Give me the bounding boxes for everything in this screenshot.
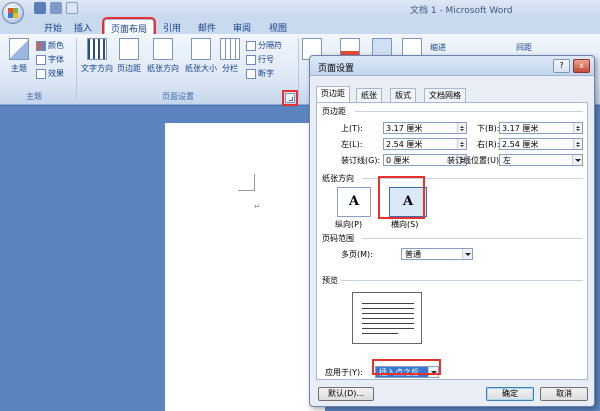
spinner-icon[interactable] — [457, 123, 466, 133]
cancel-button[interactable]: 取消 — [540, 387, 588, 401]
dialog-close-button[interactable]: x — [573, 59, 590, 73]
gutter-label: 装订线(G): — [341, 156, 381, 165]
spinner-icon[interactable] — [573, 123, 582, 133]
colors-icon — [36, 40, 46, 51]
section-divider — [341, 280, 583, 281]
preview-section-label: 预览 — [322, 276, 338, 285]
office-logo-icon — [8, 8, 18, 18]
themes-icon — [9, 38, 29, 60]
bottom-margin-label: 下(B): — [477, 124, 500, 133]
margin-corner-mark — [238, 174, 255, 191]
theme-effects-button[interactable]: 效果 — [36, 68, 64, 79]
group-label-themes: 主题 — [26, 92, 42, 101]
close-window-button[interactable] — [582, 0, 600, 14]
margins-button[interactable]: 页边距 — [116, 38, 142, 74]
undo-icon[interactable] — [50, 2, 62, 14]
apply-to-label: 应用于(Y): — [325, 368, 363, 377]
minimize-button[interactable] — [540, 0, 558, 14]
print-preview-icon[interactable] — [66, 2, 78, 14]
ok-button[interactable]: 确定 — [486, 387, 534, 401]
margins-icon — [119, 38, 139, 60]
breaks-button[interactable]: 分隔符 — [246, 40, 282, 51]
text-direction-icon — [87, 38, 107, 60]
chevron-down-icon — [572, 155, 582, 165]
dialog-title-bar: 页面设置 ? x — [310, 56, 594, 76]
pages-section-label: 页码范围 — [322, 234, 354, 243]
chevron-down-icon — [462, 249, 472, 259]
hyphenation-button[interactable]: 断字 — [246, 68, 274, 79]
spinner-icon[interactable] — [457, 139, 466, 149]
multiple-pages-label: 多页(M): — [341, 250, 373, 259]
section-divider — [362, 238, 583, 239]
group-label-page-setup: 页面设置 — [162, 92, 194, 101]
bottom-margin-input[interactable]: 3.17 厘米 — [499, 122, 583, 134]
title-bar: 文档 1 - Microsoft Word — [0, 0, 600, 24]
paper-size-icon — [191, 38, 211, 60]
effects-icon — [36, 68, 46, 79]
portrait-icon[interactable]: A — [337, 187, 371, 217]
spacing-label: 间距 — [516, 43, 532, 52]
orientation-button[interactable]: 纸张方向 — [145, 38, 181, 74]
text-direction-button[interactable]: 文字方向 — [80, 38, 114, 74]
columns-icon — [220, 38, 240, 60]
help-button[interactable]: ? — [553, 59, 570, 73]
save-icon[interactable] — [34, 2, 46, 14]
spinner-icon[interactable] — [573, 139, 582, 149]
gutter-position-select[interactable]: 左 — [499, 154, 583, 166]
themes-button[interactable]: 主题 — [6, 38, 32, 74]
page-preview — [352, 292, 422, 344]
line-numbers-icon — [246, 54, 256, 65]
gutter-position-label: 装订线位置(U): — [447, 156, 502, 165]
tab-paper[interactable]: 纸张 — [356, 88, 382, 102]
orientation-section-label: 纸张方向 — [322, 174, 354, 183]
columns-button[interactable]: 分栏 — [219, 38, 241, 74]
window-title: 文档 1 - Microsoft Word — [410, 6, 513, 16]
tab-margins[interactable]: 页边距 — [316, 86, 350, 102]
multiple-pages-select[interactable]: 普通 — [401, 248, 473, 260]
tab-insert[interactable]: 插入 — [68, 19, 98, 34]
maximize-button[interactable] — [561, 0, 579, 14]
paper-size-button[interactable]: 纸张大小 — [183, 38, 219, 74]
top-margin-label: 上(T): — [341, 124, 363, 133]
tab-document-grid[interactable]: 文档网格 — [424, 88, 466, 102]
page-setup-dialog: 页面设置 ? x 页边距 纸张 版式 文档网格 页边距 上(T): 3.17 厘… — [309, 55, 595, 407]
landscape-highlight — [378, 176, 425, 219]
tab-page-layout[interactable]: 页面布局 — [101, 17, 157, 36]
theme-colors-button[interactable]: 颜色 — [36, 40, 64, 51]
right-margin-label: 右(R): — [477, 140, 500, 149]
top-margin-input[interactable]: 3.17 厘米 — [383, 122, 467, 134]
tab-home[interactable]: 开始 — [38, 19, 68, 34]
hyphenation-icon — [246, 68, 256, 79]
dialog-title: 页面设置 — [318, 64, 355, 74]
tab-references[interactable]: 引用 — [157, 19, 187, 34]
group-separator — [298, 38, 299, 100]
section-divider — [355, 111, 583, 112]
tab-review[interactable]: 审阅 — [227, 19, 257, 34]
document-page[interactable] — [165, 123, 325, 411]
indent-label: 缩进 — [430, 43, 446, 52]
group-separator — [76, 38, 77, 100]
tab-mailings[interactable]: 邮件 — [192, 19, 222, 34]
theme-fonts-button[interactable]: 字体 — [36, 54, 64, 65]
landscape-label: 横向(S) — [391, 220, 419, 229]
apply-to-highlight — [372, 359, 441, 375]
breaks-icon — [246, 40, 256, 51]
ribbon-tabs: 开始 插入 页面布局 引用 邮件 审阅 视图 — [0, 16, 600, 36]
orientation-icon — [153, 38, 173, 60]
tab-layout[interactable]: 版式 — [390, 88, 416, 102]
right-margin-input[interactable]: 2.54 厘米 — [499, 138, 583, 150]
set-default-button[interactable]: 默认(D)... — [318, 387, 374, 401]
fonts-icon — [36, 54, 46, 65]
left-margin-label: 左(L): — [341, 140, 363, 149]
line-numbers-button[interactable]: 行号 — [246, 54, 274, 65]
left-margin-input[interactable]: 2.54 厘米 — [383, 138, 467, 150]
paragraph-mark-icon: ↵ — [254, 202, 261, 211]
portrait-label: 纵向(P) — [335, 220, 363, 229]
tab-view[interactable]: 视图 — [263, 19, 293, 34]
page-setup-launcher-icon[interactable] — [282, 90, 298, 106]
margins-section-label: 页边距 — [322, 107, 346, 116]
office-button[interactable] — [2, 2, 24, 24]
